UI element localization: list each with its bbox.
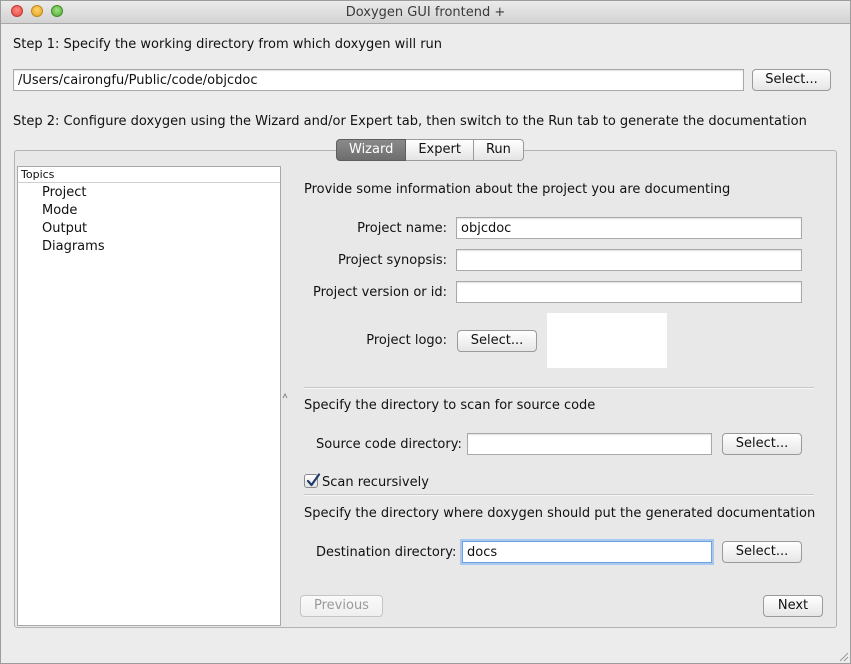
project-name-input[interactable] bbox=[456, 217, 802, 239]
destination-dir-label: Destination directory: bbox=[316, 545, 457, 560]
destination-dir-input[interactable] bbox=[462, 541, 712, 563]
window-title: Doxygen GUI frontend + bbox=[345, 5, 506, 20]
destination-dir-select-button[interactable]: Select... bbox=[722, 541, 802, 563]
resize-grip-icon[interactable] bbox=[837, 650, 849, 662]
checkmark-icon bbox=[306, 473, 321, 487]
tab-bar: Wizard Expert Run bbox=[336, 139, 524, 161]
title-bar[interactable]: Doxygen GUI frontend + bbox=[1, 1, 850, 24]
divider bbox=[304, 494, 814, 496]
scan-recursively-checkbox[interactable] bbox=[304, 473, 321, 488]
project-logo-select-button[interactable]: Select... bbox=[457, 330, 537, 352]
topics-header[interactable]: Topics bbox=[18, 167, 280, 183]
project-logo-preview bbox=[547, 313, 667, 368]
source-intro: Specify the directory to scan for source… bbox=[304, 398, 596, 413]
splitter-handle-icon[interactable] bbox=[282, 392, 288, 400]
project-version-input[interactable] bbox=[456, 281, 802, 303]
project-logo-label: Project logo: bbox=[366, 333, 447, 348]
project-intro: Provide some information about the proje… bbox=[304, 182, 731, 197]
destination-intro: Specify the directory where doxygen shou… bbox=[304, 506, 816, 521]
previous-button[interactable]: Previous bbox=[300, 595, 383, 617]
topic-item-project[interactable]: Project bbox=[42, 185, 86, 200]
tab-run[interactable]: Run bbox=[473, 139, 524, 161]
topic-item-mode[interactable]: Mode bbox=[42, 203, 77, 218]
step1-label: Step 1: Specify the working directory fr… bbox=[13, 37, 443, 52]
tab-wizard[interactable]: Wizard bbox=[336, 139, 407, 161]
next-button[interactable]: Next bbox=[763, 595, 823, 617]
divider bbox=[304, 387, 814, 389]
scan-recursively-label[interactable]: Scan recursively bbox=[322, 475, 429, 490]
source-dir-label: Source code directory: bbox=[316, 437, 462, 452]
project-name-label: Project name: bbox=[357, 221, 447, 236]
step2-label: Step 2: Configure doxygen using the Wiza… bbox=[13, 114, 807, 129]
project-synopsis-label: Project synopsis: bbox=[337, 253, 447, 268]
working-directory-select-button[interactable]: Select... bbox=[752, 69, 831, 91]
working-directory-input[interactable] bbox=[13, 69, 744, 91]
source-dir-input[interactable] bbox=[467, 433, 712, 455]
project-synopsis-input[interactable] bbox=[456, 249, 802, 271]
topic-item-diagrams[interactable]: Diagrams bbox=[42, 239, 105, 254]
tab-expert[interactable]: Expert bbox=[406, 139, 474, 161]
source-dir-select-button[interactable]: Select... bbox=[722, 433, 802, 455]
project-version-label: Project version or id: bbox=[312, 285, 447, 300]
